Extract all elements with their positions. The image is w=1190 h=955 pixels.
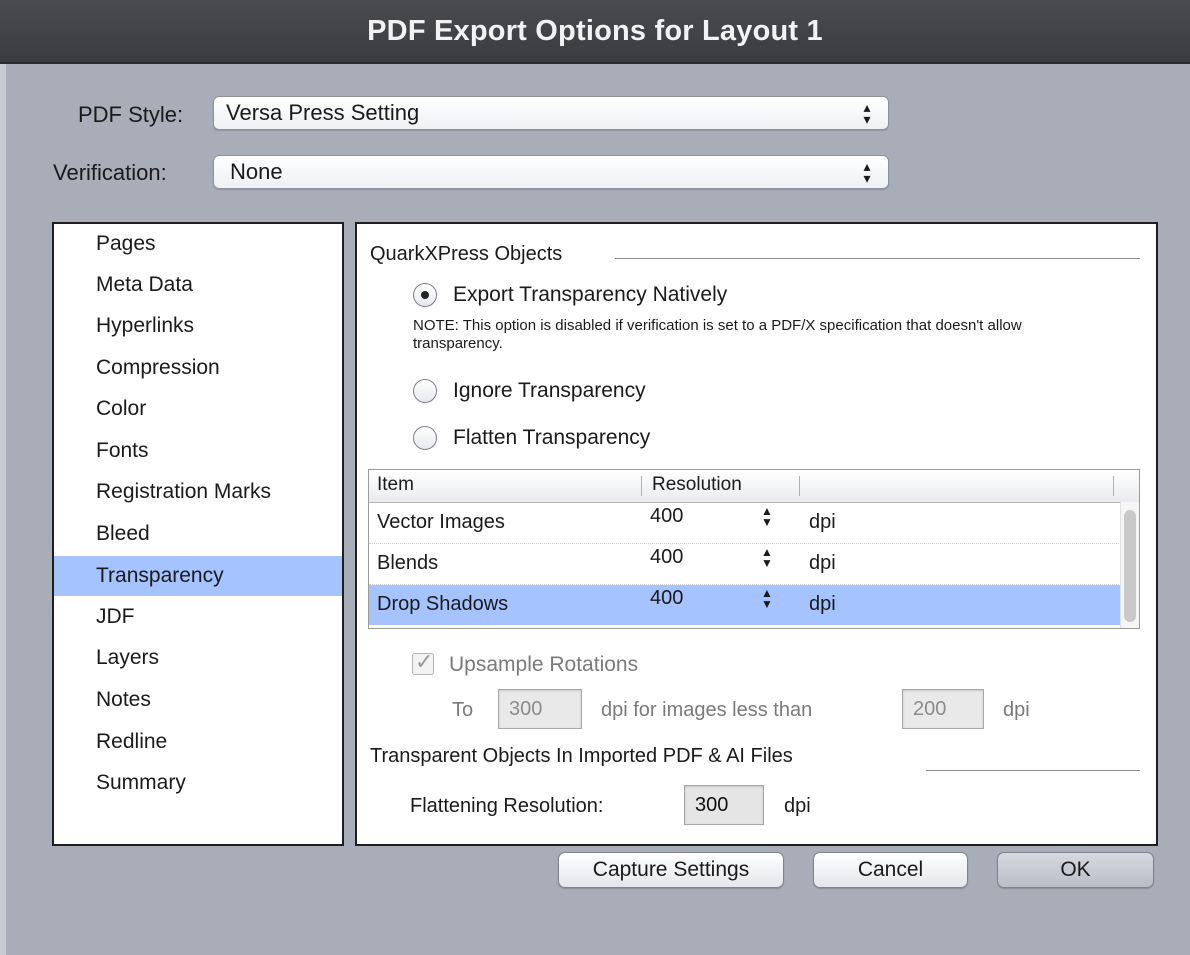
row-item-name: Drop Shadows (377, 593, 509, 615)
sidebar-item-label: Bleed (96, 522, 150, 545)
upsample-unit-label: dpi (1003, 699, 1030, 721)
sidebar-item-label: JDF (96, 605, 135, 628)
pdf-style-value: Versa Press Setting (226, 100, 420, 125)
sidebar-item-label: Hyperlinks (96, 314, 195, 337)
sidebar-item-layers[interactable]: Layers (54, 638, 342, 678)
updown-arrows-icon: ▴ ▾ (863, 99, 871, 127)
row-unit: dpi (809, 593, 836, 615)
sidebar-item-label: Transparency (96, 564, 224, 587)
column-separator (641, 476, 642, 496)
radio-label-export-natively: Export Transparency Natively (453, 283, 728, 306)
stepper-arrows-icon[interactable]: ▲ ▼ (761, 587, 773, 610)
radio-label-ignore-transparency: Ignore Transparency (453, 379, 646, 402)
column-separator (799, 476, 800, 496)
sidebar-item-label: Summary (96, 771, 186, 794)
flattening-resolution-field[interactable]: 300 (684, 785, 764, 825)
sidebar-item-pages[interactable]: Pages (54, 224, 342, 264)
category-list: Pages Meta Data Hyperlinks Compression C… (52, 222, 344, 846)
sidebar-item-label: Pages (96, 232, 156, 255)
scrollbar-thumb[interactable] (1124, 510, 1136, 622)
sidebar-item-label: Compression (96, 356, 220, 379)
flattening-resolution-label: Flattening Resolution: (410, 795, 604, 817)
pdf-style-popup[interactable]: Versa Press Setting ▴ ▾ (213, 96, 889, 130)
row-unit: dpi (809, 552, 836, 574)
verification-value: None (230, 159, 283, 184)
upsample-to-field[interactable]: 300 (498, 689, 582, 729)
sidebar-item-compression[interactable]: Compression (54, 348, 342, 388)
section-divider (926, 770, 1140, 771)
capture-settings-button[interactable]: Capture Settings (558, 852, 784, 888)
table-row[interactable]: Drop Shadows 400 ▲ ▼ dpi (369, 585, 1121, 625)
sidebar-item-label: Notes (96, 688, 151, 711)
radio-ignore-transparency[interactable] (413, 379, 437, 403)
window-edge (0, 64, 6, 955)
sidebar-item-color[interactable]: Color (54, 389, 342, 429)
sidebar-item-label: Color (96, 397, 147, 420)
table-row[interactable]: Vector Images 400 ▲ ▼ dpi (369, 503, 1121, 544)
sidebar-item-hyperlinks[interactable]: Hyperlinks (54, 306, 342, 346)
table-scrollbar[interactable] (1120, 502, 1139, 628)
section-title-quarkxpress-objects: QuarkXPress Objects (370, 243, 563, 265)
upsample-less-field[interactable]: 200 (902, 689, 984, 729)
sidebar-item-redline[interactable]: Redline (54, 722, 342, 762)
updown-arrows-icon: ▴ ▾ (863, 158, 871, 186)
upsample-to-label: To (452, 699, 474, 721)
row-resolution-value[interactable]: 400 (650, 546, 683, 569)
pdf-style-label: PDF Style: (78, 102, 184, 127)
sidebar-item-label: Redline (96, 730, 168, 753)
sidebar-item-registration-marks[interactable]: Registration Marks (54, 472, 342, 512)
sidebar-item-summary[interactable]: Summary (54, 763, 342, 803)
radio-flatten-transparency[interactable] (413, 426, 437, 450)
row-resolution-value[interactable]: 400 (650, 505, 683, 528)
section-title-imported-pdf: Transparent Objects In Imported PDF & AI… (370, 745, 793, 767)
column-header-resolution[interactable]: Resolution (652, 474, 742, 496)
transparency-note: NOTE: This option is disabled if verific… (413, 317, 1022, 352)
sidebar-item-meta-data[interactable]: Meta Data (54, 265, 342, 305)
sidebar-item-label: Layers (96, 646, 160, 669)
radio-export-natively[interactable] (413, 283, 437, 307)
row-resolution-value[interactable]: 400 (650, 587, 683, 610)
upsample-mid-label: dpi for images less than (601, 699, 813, 721)
row-item-name: Blends (377, 552, 439, 574)
column-separator (1113, 476, 1114, 496)
upsample-label: Upsample Rotations (449, 653, 639, 676)
row-unit: dpi (809, 511, 836, 533)
section-divider (615, 258, 1140, 259)
sidebar-item-jdf[interactable]: JDF (54, 597, 342, 637)
upsample-checkbox[interactable]: ✓ (412, 649, 434, 675)
ok-button[interactable]: OK (997, 852, 1154, 888)
verification-popup[interactable]: None ▴ ▾ (213, 155, 889, 189)
stepper-arrows-icon[interactable]: ▲ ▼ (761, 505, 773, 528)
sidebar-item-label: Fonts (96, 439, 149, 462)
stepper-arrows-icon[interactable]: ▲ ▼ (761, 546, 773, 569)
window-title: PDF Export Options for Layout 1 (0, 0, 1190, 64)
row-item-name: Vector Images (377, 511, 505, 533)
sidebar-item-fonts[interactable]: Fonts (54, 431, 342, 471)
sidebar-item-bleed[interactable]: Bleed (54, 514, 342, 554)
flattening-unit-label: dpi (784, 795, 811, 817)
sidebar-item-notes[interactable]: Notes (54, 680, 342, 720)
sidebar-item-label: Meta Data (96, 273, 193, 296)
sidebar-item-label: Registration Marks (96, 480, 272, 503)
sidebar-item-transparency[interactable]: Transparency (54, 556, 342, 596)
table-header: Item Resolution (369, 470, 1139, 503)
checkmark-icon: ✓ (415, 649, 434, 674)
column-header-item[interactable]: Item (377, 474, 414, 496)
resolution-table: Item Resolution Vector Images 400 ▲ ▼ dpi… (368, 469, 1140, 629)
verification-label: Verification: (53, 160, 167, 185)
radio-label-flatten-transparency: Flatten Transparency (453, 426, 651, 449)
table-row[interactable]: Blends 400 ▲ ▼ dpi (369, 544, 1121, 585)
cancel-button[interactable]: Cancel (813, 852, 968, 888)
